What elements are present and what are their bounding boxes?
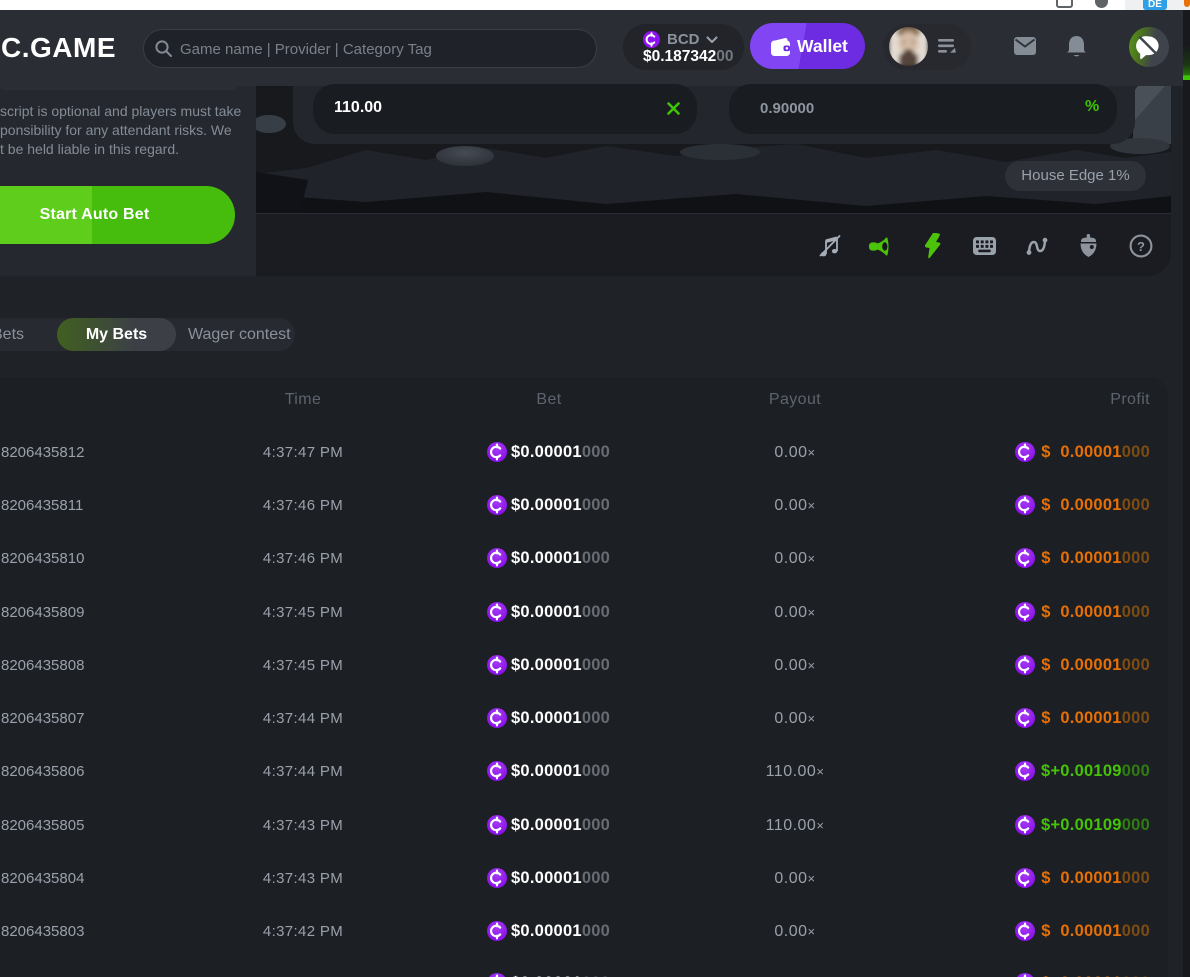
svg-text:?: ? — [1137, 239, 1145, 254]
